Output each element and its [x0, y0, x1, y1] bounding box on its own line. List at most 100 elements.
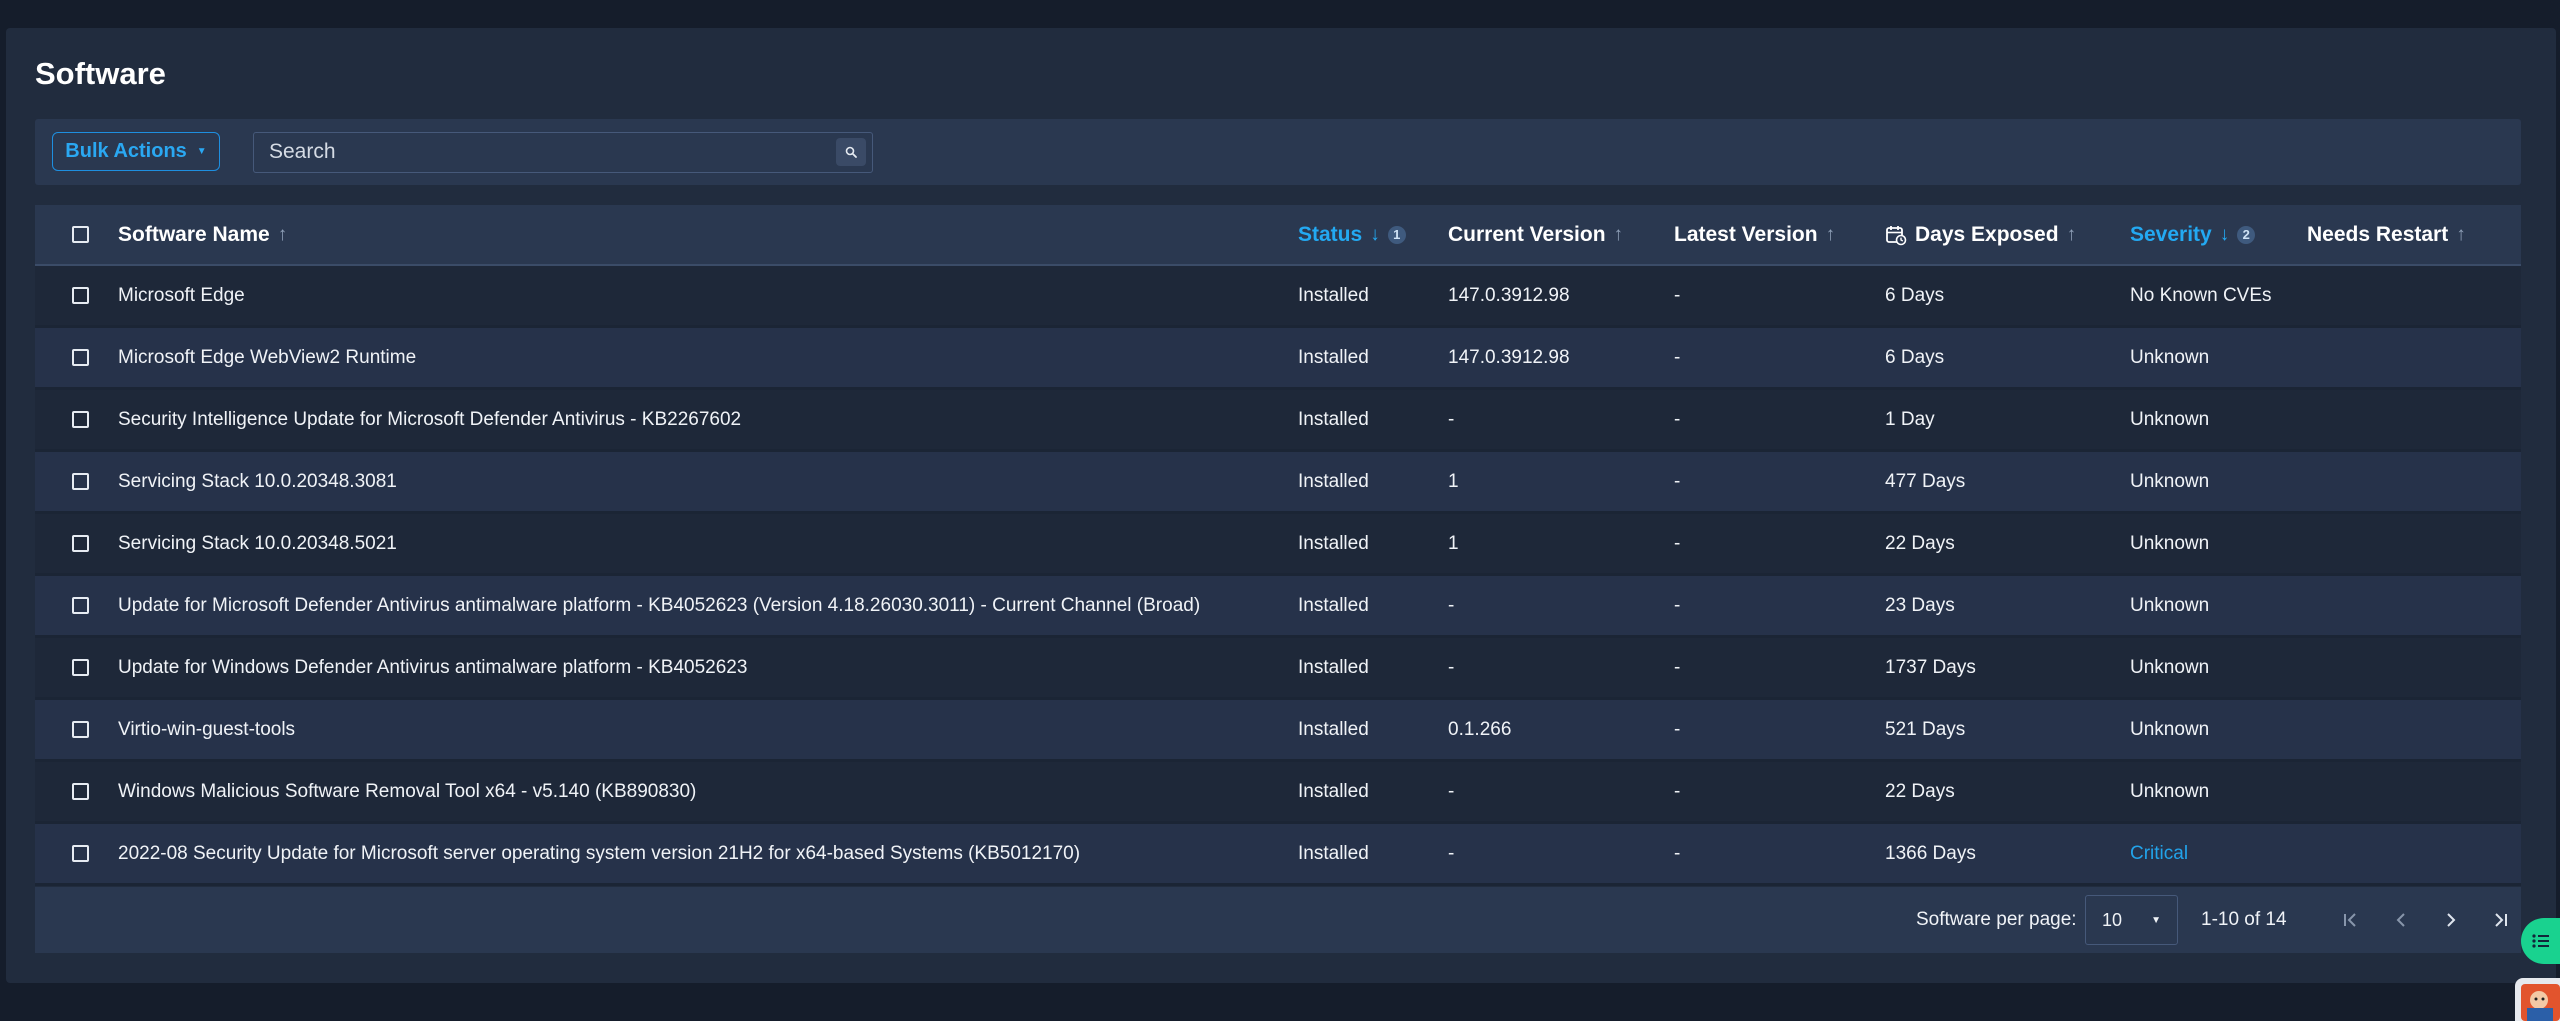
rows-per-page-label: Software per page:: [1916, 909, 2077, 930]
search-field: [253, 132, 873, 173]
cell-status: Installed: [1298, 842, 1369, 864]
assistant-avatar[interactable]: [2515, 978, 2560, 1021]
mascot-icon: [2521, 984, 2560, 1021]
cell-name: Windows Malicious Software Removal Tool …: [118, 780, 697, 802]
table-row[interactable]: Update for Windows Defender Antivirus an…: [35, 638, 2521, 700]
table-row[interactable]: Servicing Stack 10.0.20348.5021 Installed…: [35, 514, 2521, 576]
bulk-actions-button[interactable]: Bulk Actions ▼: [52, 132, 220, 171]
cell-name: Servicing Stack 10.0.20348.5021: [118, 532, 397, 554]
cell-days-exposed: 1 Day: [1885, 408, 1935, 430]
cell-latest-version: -: [1674, 284, 1681, 306]
sort-up-icon: ↑: [2456, 223, 2466, 245]
calendar-clock-icon: [1886, 225, 1907, 245]
cell-status: Installed: [1298, 532, 1369, 554]
table-row[interactable]: Update for Microsoft Defender Antivirus …: [35, 576, 2521, 638]
cell-severity: No Known CVEs: [2130, 284, 2272, 306]
cell-current-version: 0.1.266: [1448, 718, 1512, 740]
cell-current-version: 147.0.3912.98: [1448, 284, 1570, 306]
cell-days-exposed: 6 Days: [1885, 284, 1945, 306]
cell-severity: Unknown: [2130, 656, 2210, 678]
last-page-icon: [2495, 913, 2507, 927]
next-page-button[interactable]: [2435, 904, 2467, 936]
row-checkbox[interactable]: [72, 783, 89, 800]
sort-order-badge: 1: [1387, 225, 1406, 244]
table-body: Microsoft Edge Installed 147.0.3912.98 - 6 D…: [35, 266, 2521, 886]
pagination-bar: Software per page: 10 ▼ 1-10 of 14: [35, 887, 2521, 953]
cell-current-version: -: [1448, 842, 1455, 864]
search-icon: [845, 146, 857, 158]
search-button[interactable]: [836, 138, 866, 166]
select-all-checkbox[interactable]: [72, 226, 89, 243]
sort-up-icon: ↑: [1613, 223, 1624, 245]
column-label: Severity: [2130, 222, 2212, 246]
cell-status: Installed: [1298, 408, 1369, 430]
cell-status: Installed: [1298, 284, 1369, 306]
cell-latest-version: -: [1674, 346, 1681, 368]
caret-down-icon: ▼: [2151, 914, 2161, 926]
column-header-latest-version[interactable]: Latest Version ↑: [1674, 205, 1835, 264]
row-checkbox[interactable]: [72, 659, 89, 676]
caret-down-icon: ▼: [196, 146, 207, 157]
cell-status: Installed: [1298, 656, 1369, 678]
bulk-actions-label: Bulk Actions: [65, 140, 187, 162]
rows-per-page-select[interactable]: 10 ▼: [2085, 895, 2178, 945]
cell-days-exposed: 23 Days: [1885, 594, 1955, 616]
table-row[interactable]: Microsoft Edge Installed 147.0.3912.98 - 6 D…: [35, 266, 2521, 328]
column-label: Software Name: [118, 222, 270, 246]
table-row[interactable]: Security Intelligence Update for Microso…: [35, 390, 2521, 452]
column-header-status[interactable]: Status ↓ 1: [1298, 205, 1406, 264]
row-checkbox[interactable]: [72, 535, 89, 552]
sort-order-badge: 2: [2237, 225, 2256, 244]
row-checkbox[interactable]: [72, 349, 89, 366]
first-page-button[interactable]: [2335, 904, 2367, 936]
cell-current-version: 147.0.3912.98: [1448, 346, 1570, 368]
last-page-button[interactable]: [2484, 904, 2516, 936]
cell-days-exposed: 22 Days: [1885, 532, 1955, 554]
cell-severity: Unknown: [2130, 470, 2210, 492]
table-row[interactable]: Servicing Stack 10.0.20348.3081 Installed…: [35, 452, 2521, 514]
column-header-software-name[interactable]: Software Name ↑: [118, 205, 287, 264]
rows-per-page-value: 10: [2102, 909, 2123, 930]
cell-severity: Unknown: [2130, 532, 2210, 554]
row-checkbox[interactable]: [72, 473, 89, 490]
sort-up-icon: ↑: [277, 223, 288, 245]
cell-name: Security Intelligence Update for Microso…: [118, 408, 742, 430]
table-row[interactable]: Windows Malicious Software Removal Tool …: [35, 762, 2521, 824]
cell-current-version: 1: [1448, 532, 1459, 554]
list-menu-fab[interactable]: [2521, 918, 2560, 964]
cell-severity: Unknown: [2130, 346, 2210, 368]
cell-latest-version: -: [1674, 408, 1681, 430]
cell-severity: Unknown: [2130, 594, 2210, 616]
cell-status: Installed: [1298, 718, 1369, 740]
column-label: Latest Version: [1674, 222, 1818, 246]
column-label: Needs Restart: [2307, 222, 2449, 246]
row-checkbox[interactable]: [72, 411, 89, 428]
table-row[interactable]: Microsoft Edge WebView2 Runtime Installed…: [35, 328, 2521, 390]
column-label: Status: [1298, 222, 1363, 246]
column-header-days-exposed[interactable]: Days Exposed ↑: [1885, 205, 2076, 264]
search-input[interactable]: [254, 133, 844, 171]
row-checkbox[interactable]: [72, 287, 89, 304]
row-checkbox[interactable]: [72, 721, 89, 738]
chevron-right-icon: [2447, 913, 2456, 927]
previous-page-button[interactable]: [2385, 904, 2417, 936]
column-header-severity[interactable]: Severity ↓ 2: [2130, 205, 2256, 264]
cell-days-exposed: 6 Days: [1885, 346, 1945, 368]
cell-name: Update for Microsoft Defender Antivirus …: [118, 594, 1201, 616]
cell-name: Virtio-win-guest-tools: [118, 718, 296, 740]
sort-down-icon: ↓: [1370, 223, 1380, 245]
cell-severity: Critical: [2130, 842, 2189, 864]
table-row[interactable]: Virtio-win-guest-tools Installed 0.1.266 - 5…: [35, 700, 2521, 762]
table-row[interactable]: 2022-08 Security Update for Microsoft se…: [35, 824, 2521, 886]
table-header: Software Name ↑ Status ↓ 1 Current Versi…: [35, 205, 2521, 266]
first-page-icon: [2344, 913, 2356, 927]
row-checkbox[interactable]: [72, 845, 89, 862]
column-header-needs-restart[interactable]: Needs Restart ↑: [2307, 205, 2466, 264]
row-checkbox[interactable]: [72, 597, 89, 614]
column-header-current-version[interactable]: Current Version ↑: [1448, 205, 1623, 264]
pagination-range: 1-10 of 14: [2201, 909, 2287, 930]
cell-latest-version: -: [1674, 532, 1681, 554]
cell-current-version: -: [1448, 594, 1455, 616]
cell-name: Microsoft Edge WebView2 Runtime: [118, 346, 417, 368]
cell-days-exposed: 1737 Days: [1885, 656, 1976, 678]
